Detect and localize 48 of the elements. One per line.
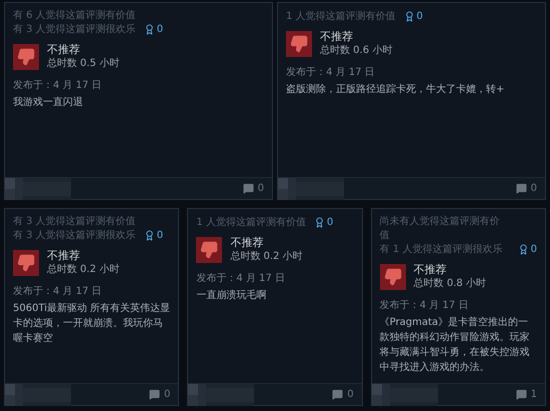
award-icon[interactable] (518, 244, 529, 255)
comment-count: 0 (530, 182, 537, 196)
award-icon[interactable] (144, 24, 155, 35)
helpful-count: 有 1 人觉得这篇评测很欢乐 (380, 243, 504, 257)
review-text: 盗版测除，正版路径追踪卡死，牛大了卡媲，转+ (286, 82, 506, 97)
helpful-count: 有 6 人觉得这篇评测有价值 (13, 9, 136, 23)
helpful-count: 1 人觉得这篇评测有价值 (196, 216, 306, 230)
comment-icon[interactable] (242, 183, 254, 194)
award-icon[interactable] (144, 230, 155, 241)
posted-date: 发布于：4 月 17 日 (13, 285, 103, 299)
award-count: 0 (326, 216, 334, 230)
comment-count: 1 (530, 388, 537, 402)
verdict: 不推荐 (230, 236, 264, 250)
award-count: 0 (156, 229, 164, 243)
playtime: 总时数 0.2 小时 (47, 263, 120, 276)
award-count: 0 (530, 243, 537, 257)
posted-date: 发布于：4 月 17 日 (196, 272, 286, 286)
comment-icon[interactable] (148, 389, 160, 400)
verdict: 不推荐 (320, 30, 354, 44)
review-text: 《Pragmata》是卡普空推出的一款独特的科幻动作冒险游戏。玩家将与藏满斗智斗勇，在被失控游戏中寻找进入游戏的办法。 (380, 316, 531, 375)
comment-count: 0 (164, 388, 170, 402)
playtime: 总时数 0.8 小时 (414, 277, 486, 290)
playtime: 总时数 0.6 小时 (320, 44, 392, 57)
helpful-count: 尚未有人觉得这篇评测有价值 (380, 215, 501, 243)
playtime: 总时数 0.5 小时 (47, 57, 120, 70)
helpful-count: 有 3 人觉得这篇评测很欢乐 (13, 229, 136, 243)
review-text: 一直崩溃玩毛啊 (196, 288, 268, 303)
posted-date: 发布于：4 月 17 日 (380, 299, 470, 313)
award-count: 0 (416, 10, 423, 24)
award-icon[interactable] (404, 11, 415, 22)
verdict: 不推荐 (414, 263, 448, 277)
helpful-count: 1 人觉得这篇评测有价值 (286, 10, 396, 24)
comment-icon[interactable] (332, 389, 344, 400)
review-text: 5060Ti最新驱动 所有有关英伟达显卡的选项，一开就崩溃。我玩你马喔卡赛空 (13, 302, 170, 346)
posted-date: 发布于：4 月 17 日 (13, 79, 103, 93)
playtime: 总时数 0.2 小时 (230, 250, 303, 263)
comment-icon[interactable] (516, 183, 527, 194)
verdict: 不推荐 (47, 249, 81, 263)
award-icon[interactable] (314, 217, 325, 228)
comment-count: 0 (347, 388, 354, 402)
comment-count: 0 (258, 182, 264, 196)
verdict: 不推荐 (47, 43, 81, 57)
comment-icon[interactable] (516, 389, 527, 400)
helpful-count: 有 3 人觉得这篇评测很欢乐 (13, 23, 136, 37)
review-text: 我游戏一直闪退 (13, 96, 84, 110)
posted-date: 发布于：4 月 17 日 (286, 66, 376, 80)
helpful-count: 有 3 人觉得这篇评测有价值 (13, 215, 136, 229)
award-count: 0 (156, 23, 164, 37)
